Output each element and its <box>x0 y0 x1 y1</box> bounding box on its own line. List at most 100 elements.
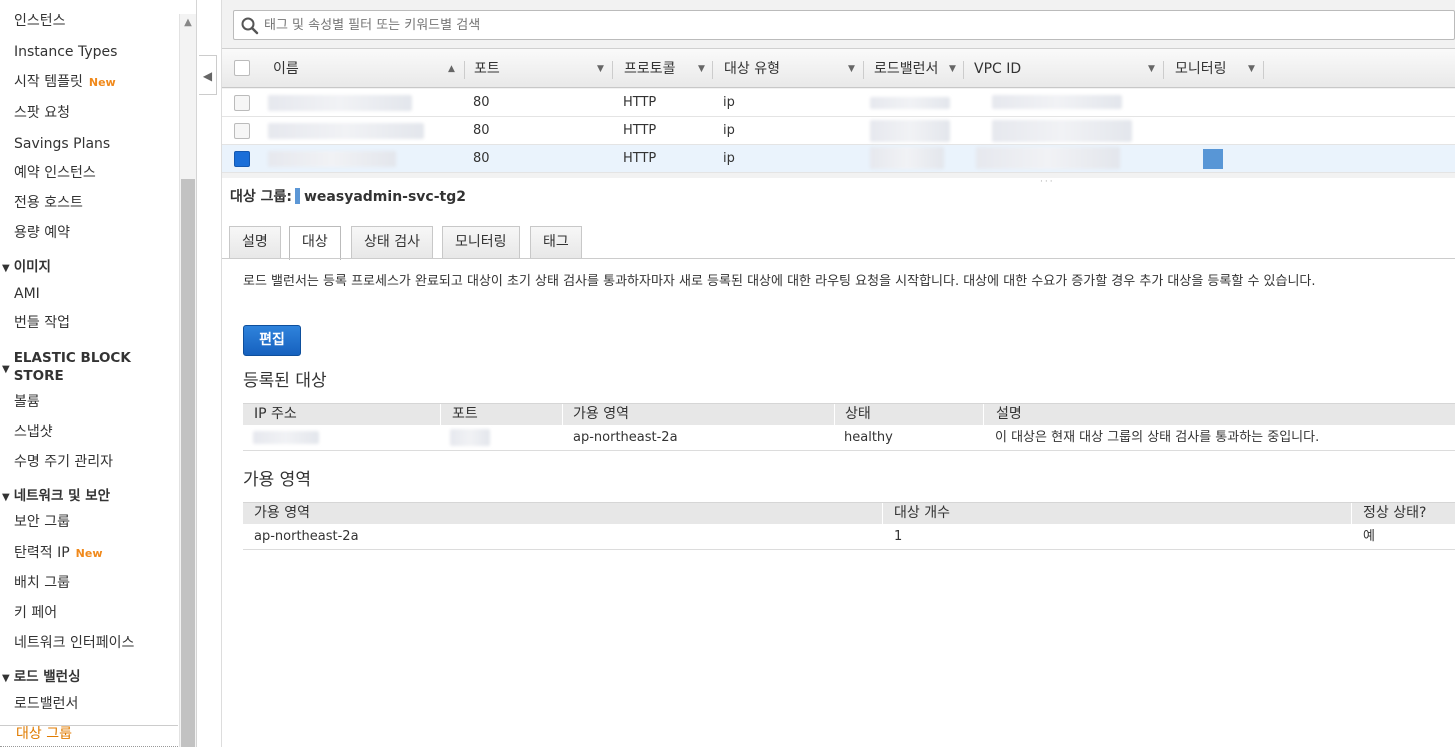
column-header-az[interactable]: 가용 영역 <box>573 404 629 425</box>
sidebar-item-label: 스냅샷 <box>14 424 53 440</box>
column-header-status[interactable]: 상태 <box>845 404 871 425</box>
redacted-vpc-id <box>992 120 1132 142</box>
healthy-cell: 예 <box>1363 529 1375 544</box>
protocol-cell: HTTP <box>623 95 657 110</box>
sidebar-item-label: 시작 템플릿 <box>14 74 83 90</box>
registered-targets-title: 등록된 대상 <box>243 371 327 391</box>
sidebar-item-ami[interactable]: AMI <box>14 284 40 304</box>
sidebar-item-savings-plans[interactable]: Savings Plans <box>14 134 110 154</box>
column-header-healthy[interactable]: 정상 상태? <box>1363 503 1426 524</box>
availability-zones-title: 가용 영역 <box>243 470 311 490</box>
column-separator <box>440 404 441 425</box>
column-separator <box>834 404 835 425</box>
section-title: 이미지 <box>13 259 51 275</box>
sidebar-item-load-balancers[interactable]: 로드밸런서 <box>14 694 78 714</box>
resize-handle-icon[interactable]: ··· <box>1040 178 1055 187</box>
sidebar-item-target-groups[interactable]: 대상 그룹 <box>16 724 72 744</box>
tab-monitoring[interactable]: 모니터링 <box>442 226 520 259</box>
scroll-up-arrow-icon[interactable]: ▲ <box>180 14 196 32</box>
sidebar-item-volumes[interactable]: 볼륨 <box>14 392 40 412</box>
detail-title: 대상 그룹: weasyadmin-svc-tg2 <box>230 186 466 206</box>
target-type-cell: ip <box>723 123 735 138</box>
tabs-baseline <box>222 258 1455 259</box>
sidebar-item-launch-templates[interactable]: 시작 템플릿 New <box>14 72 116 93</box>
sidebar-item-placement-groups[interactable]: 배치 그룹 <box>14 573 70 593</box>
table-row[interactable]: 80 HTTP ip <box>222 117 1455 145</box>
sort-dropdown-icon[interactable]: ▼ <box>1148 49 1155 89</box>
column-separator <box>1351 503 1352 524</box>
column-header-protocol[interactable]: 프로토콜 <box>624 49 676 89</box>
description-cell: 이 대상은 현재 대상 그룹의 상태 검사를 통과하는 중입니다. <box>995 430 1320 445</box>
tab-targets[interactable]: 대상 <box>289 226 341 260</box>
sidebar-item-instances[interactable]: 인스턴스 <box>14 11 66 31</box>
sort-dropdown-icon[interactable]: ▼ <box>848 49 855 89</box>
sidebar-item-elastic-ips[interactable]: 탄력적 IP New <box>14 543 103 564</box>
sidebar-section-load-balancing[interactable]: ▼ 로드 밸런싱 <box>2 668 81 688</box>
column-separator <box>983 404 984 425</box>
sidebar-item-spot-requests[interactable]: 스팟 요청 <box>14 103 70 123</box>
table-row[interactable]: 80 HTTP ip <box>222 89 1455 117</box>
sidebar-section-network[interactable]: ▼ 네트워크 및 보안 <box>2 487 110 507</box>
sidebar-item-capacity-reservations[interactable]: 용량 예약 <box>14 223 70 243</box>
column-header-ip[interactable]: IP 주소 <box>254 404 297 425</box>
sidebar-section-images[interactable]: ▼ 이미지 <box>2 258 51 278</box>
sidebar-item-label: AMI <box>14 286 40 302</box>
availability-zones-header: 가용 영역 대상 개수 정상 상태? <box>243 502 1455 524</box>
sidebar-section-ebs[interactable]: ▼ELASTIC BLOCK STORE <box>2 349 131 385</box>
tab-description[interactable]: 설명 <box>229 226 281 259</box>
sidebar-item-label: 탄력적 IP <box>14 545 70 561</box>
sidebar-item-lifecycle-manager[interactable]: 수명 주기 관리자 <box>14 452 113 472</box>
tab-health-checks[interactable]: 상태 검사 <box>351 226 433 259</box>
row-checkbox-checked[interactable] <box>234 151 250 167</box>
caret-down-icon: ▼ <box>2 263 10 274</box>
sidebar-item-snapshots[interactable]: 스냅샷 <box>14 422 53 442</box>
sidebar-item-network-interfaces[interactable]: 네트워크 인터페이스 <box>14 633 134 653</box>
sidebar-item-instance-types[interactable]: Instance Types <box>14 42 117 62</box>
registered-targets-header: IP 주소 포트 가용 영역 상태 설명 <box>243 403 1455 425</box>
sidebar-item-label: Instance Types <box>14 44 118 60</box>
column-header-port[interactable]: 포트 <box>452 404 478 425</box>
sidebar-item-key-pairs[interactable]: 키 페어 <box>14 603 57 623</box>
caret-down-icon: ▼ <box>2 492 10 503</box>
column-header-port[interactable]: 포트 <box>474 49 500 89</box>
column-header-az[interactable]: 가용 영역 <box>254 503 310 524</box>
column-header-vpc-id[interactable]: VPC ID <box>974 49 1021 89</box>
row-checkbox[interactable] <box>234 95 250 111</box>
monitoring-indicator[interactable] <box>1203 149 1223 169</box>
column-header-target-count[interactable]: 대상 개수 <box>894 503 950 524</box>
sidebar-item-security-groups[interactable]: 보안 그룹 <box>14 512 70 532</box>
column-separator <box>963 61 964 79</box>
tab-tags[interactable]: 태그 <box>530 226 582 259</box>
sidebar-item-label: 전용 호스트 <box>14 195 83 211</box>
column-header-target-type[interactable]: 대상 유형 <box>724 49 780 89</box>
collapse-sidebar-handle[interactable]: ◀ <box>199 55 217 95</box>
chevron-left-icon: ◀ <box>202 69 213 83</box>
column-header-monitoring[interactable]: 모니터링 <box>1175 49 1227 89</box>
column-header-load-balancer[interactable]: 로드밸런서 <box>874 49 938 89</box>
target-type-cell: ip <box>723 151 735 166</box>
select-all-checkbox[interactable] <box>234 60 250 76</box>
scrollbar-thumb[interactable] <box>181 179 195 747</box>
sidebar-scrollbar[interactable]: ▲ <box>179 14 196 747</box>
sort-dropdown-icon[interactable]: ▼ <box>949 49 956 89</box>
sidebar-item-reserved-instances[interactable]: 예약 인스턴스 <box>14 163 96 183</box>
column-separator <box>712 61 713 79</box>
column-separator <box>882 503 883 524</box>
sidebar-item-dedicated-hosts[interactable]: 전용 호스트 <box>14 193 83 213</box>
sort-ascending-icon[interactable]: ▲ <box>448 49 455 89</box>
edit-button[interactable]: 편집 <box>243 325 301 356</box>
column-header-name[interactable]: 이름 <box>273 49 299 89</box>
sidebar-item-label: 수명 주기 관리자 <box>14 454 114 470</box>
sidebar-item-label: 볼륨 <box>14 394 40 410</box>
row-checkbox[interactable] <box>234 123 250 139</box>
sort-dropdown-icon[interactable]: ▼ <box>1248 49 1255 89</box>
search-input[interactable] <box>264 11 1444 39</box>
sidebar-item-bundle-tasks[interactable]: 번들 작업 <box>14 313 70 333</box>
column-header-description[interactable]: 설명 <box>996 404 1022 425</box>
redacted-vpc-id <box>992 95 1122 109</box>
table-row-selected[interactable]: 80 HTTP ip <box>222 145 1455 173</box>
sort-dropdown-icon[interactable]: ▼ <box>597 49 604 89</box>
target-group-name: weasyadmin-svc-tg2 <box>304 189 466 205</box>
sort-dropdown-icon[interactable]: ▼ <box>698 49 705 89</box>
search-box[interactable] <box>233 10 1455 40</box>
